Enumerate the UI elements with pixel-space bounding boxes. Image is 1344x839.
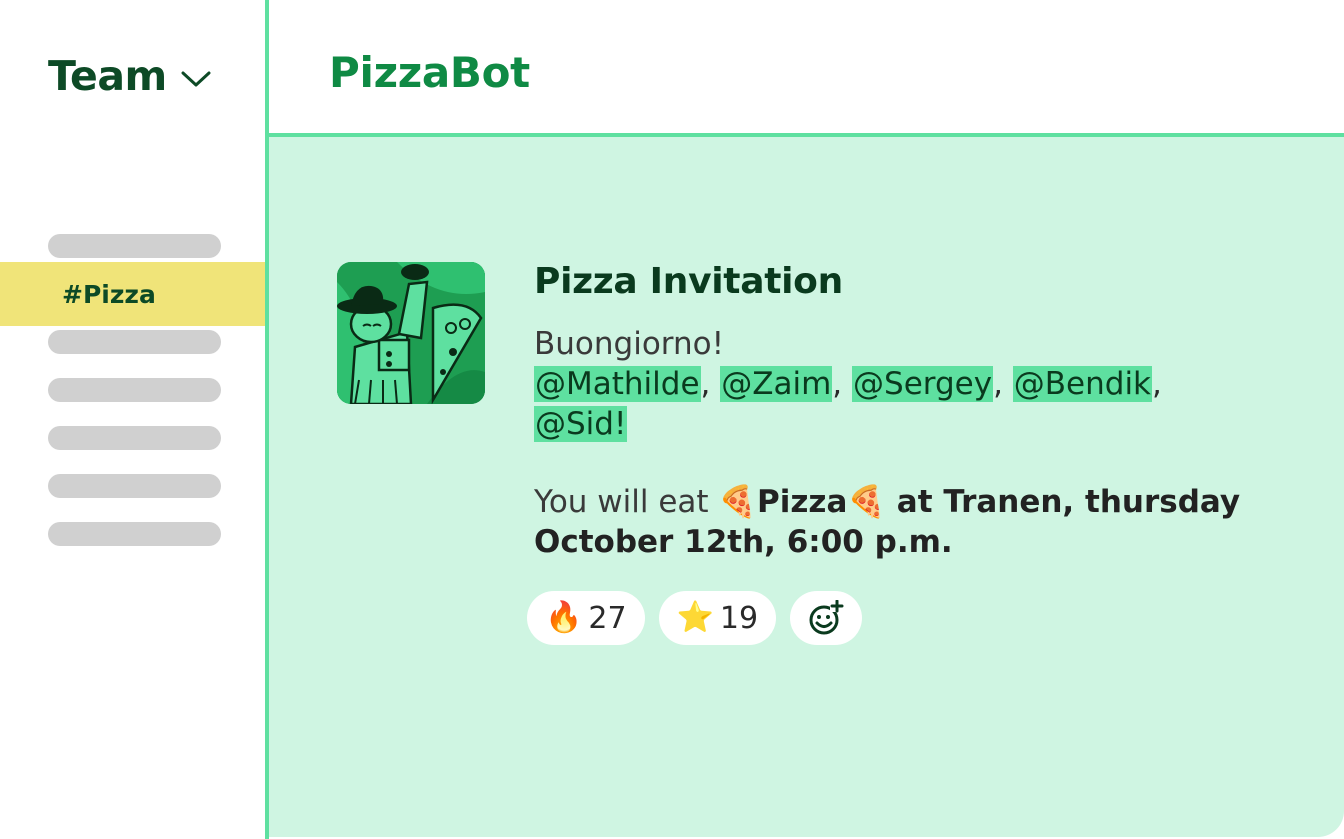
pizza-emoji-icon: 🍕 [847, 484, 886, 520]
page-title: PizzaBot [329, 48, 530, 97]
channel-label: #Pizza [62, 279, 156, 309]
reaction-count: 27 [588, 600, 627, 636]
sidebar-item-pizza[interactable]: #Pizza [0, 262, 266, 326]
chevron-down-icon [181, 71, 211, 87]
reactions-bar: 🔥 27 ⭐ 19 [527, 591, 863, 645]
mentions-line: @Mathilde, @Zaim, @Sergey, @Bendik, @Sid! [534, 366, 1162, 442]
channel-placeholder[interactable] [48, 426, 221, 450]
reaction-fire[interactable]: 🔥 27 [527, 591, 645, 645]
channel-header: PizzaBot [269, 0, 1344, 134]
mention-bendik[interactable]: @Bendik [1012, 366, 1153, 402]
mention-zaim[interactable]: @Zaim [720, 366, 833, 402]
event-details: You will eat 🍕Pizza🍕 at Tranen, thursday… [534, 482, 1324, 562]
message-area: Pizza Invitation Buongiorno! @Mathilde, … [269, 137, 1344, 837]
channel-placeholder[interactable] [48, 234, 221, 258]
greeting-text: Buongiorno! [534, 326, 725, 362]
channel-placeholder[interactable] [48, 522, 221, 546]
message-body: Pizza Invitation Buongiorno! @Mathilde, … [534, 261, 1324, 562]
add-emoji-icon [809, 600, 845, 635]
star-icon: ⭐ [676, 600, 714, 635]
team-label: Team [48, 52, 167, 100]
channel-placeholder[interactable] [48, 474, 221, 498]
sidebar: Team #Pizza [0, 0, 266, 839]
fire-icon: 🔥 [545, 600, 583, 635]
reaction-star[interactable]: ⭐ 19 [658, 591, 777, 645]
channel-placeholder[interactable] [48, 330, 221, 354]
mention-mathilde[interactable]: @Mathilde [534, 366, 701, 402]
team-switcher[interactable]: Team [48, 52, 211, 100]
add-reaction-button[interactable] [790, 591, 863, 645]
reaction-count: 19 [719, 600, 759, 636]
mention-sergey[interactable]: @Sergey [852, 366, 994, 402]
message-title: Pizza Invitation [534, 261, 843, 302]
pizza-emoji-icon: 🍕 [718, 484, 758, 520]
pizza-chef-illustration [337, 262, 485, 404]
event-prefix: You will eat [534, 484, 719, 520]
bot-avatar[interactable] [337, 262, 485, 404]
pizza-word: Pizza [757, 484, 848, 520]
channel-placeholder[interactable] [48, 378, 221, 402]
mention-sid[interactable]: @Sid! [534, 406, 628, 442]
